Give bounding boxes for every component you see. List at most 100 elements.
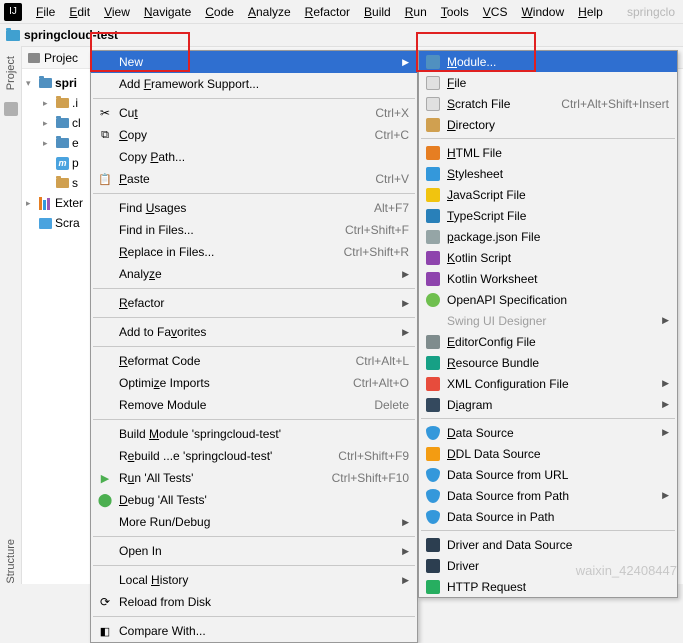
menu-item[interactable]: Directory [419,114,677,135]
fi-ds-icon [425,467,441,483]
project-tool-tab[interactable]: Project [3,50,19,96]
paste-icon: 📋 [97,171,113,187]
libraries-icon [39,197,52,210]
tree-item[interactable]: cl [72,116,81,130]
tree-item[interactable]: e [72,136,79,150]
menu-item[interactable]: XML Configuration File▶ [419,373,677,394]
menu-item[interactable]: File [419,72,677,93]
fi-dir-icon [425,117,441,133]
menu-item[interactable]: OpenAPI Specification [419,289,677,310]
submenu-arrow-icon: ▶ [662,490,669,501]
menu-item[interactable]: Remove ModuleDelete [91,394,417,416]
menu-item[interactable]: Driver and Data Source [419,534,677,555]
fi-ec-icon [425,334,441,350]
breadcrumb-project[interactable]: springcloud-test [24,28,118,42]
menu-file[interactable]: File [30,3,61,21]
external-libs[interactable]: Exter [55,196,83,210]
submenu-arrow-icon: ▶ [662,427,669,438]
menu-item[interactable]: Data Source in Path [419,506,677,527]
tree-root[interactable]: spri [55,76,77,90]
menu-item[interactable]: Open In▶ [91,540,417,562]
menu-item-label: Copy [119,128,147,142]
folder-icon [56,98,69,108]
menu-view[interactable]: View [98,3,136,21]
menu-item-label: Reload from Disk [119,595,211,609]
menu-item[interactable]: Kotlin Script [419,247,677,268]
menu-item[interactable]: Find in Files...Ctrl+Shift+F [91,219,417,241]
menu-item[interactable]: Optimize ImportsCtrl+Alt+O [91,372,417,394]
menu-build[interactable]: Build [358,3,397,21]
folder-icon [6,30,20,41]
menu-item-label: Refactor [119,296,164,310]
menu-help[interactable]: Help [572,3,609,21]
menu-item[interactable]: Copy Path... [91,146,417,168]
menu-item[interactable]: ⬤Debug 'All Tests' [91,489,417,511]
menu-item[interactable]: ⟳Reload from Disk [91,591,417,613]
menu-item[interactable]: TypeScript File [419,205,677,226]
menu-item-label: Copy Path... [119,150,185,164]
blank-icon [97,76,113,92]
menu-item[interactable]: ▶Run 'All Tests'Ctrl+Shift+F10 [91,467,417,489]
menu-item[interactable]: Local History▶ [91,569,417,591]
menu-item[interactable]: Replace in Files...Ctrl+Shift+R [91,241,417,263]
project-panel-title[interactable]: Projec [44,51,78,65]
structure-tool-tab[interactable]: Structure [5,539,17,584]
tree-item[interactable]: s [72,176,78,190]
menu-item-label: Run 'All Tests' [119,471,193,485]
fi-ktw-icon [425,271,441,287]
menu-item[interactable]: HTTP Request [419,576,677,597]
menu-navigate[interactable]: Navigate [138,3,197,21]
menu-item[interactable]: Reformat CodeCtrl+Alt+L [91,350,417,372]
menu-item[interactable]: Scratch FileCtrl+Alt+Shift+Insert [419,93,677,114]
menu-item[interactable]: More Run/Debug▶ [91,511,417,533]
menu-edit[interactable]: Edit [63,3,96,21]
menu-item[interactable]: Data Source from Path▶ [419,485,677,506]
menu-item[interactable]: Add to Favorites▶ [91,321,417,343]
new-submenu: Module...FileScratch FileCtrl+Alt+Shift+… [418,50,678,598]
menu-item[interactable]: Build Module 'springcloud-test' [91,423,417,445]
shortcut: Ctrl+Alt+Shift+Insert [547,97,669,111]
fi-http-icon [425,579,441,595]
menu-item[interactable]: Module... [419,51,677,72]
menu-item[interactable]: JavaScript File [419,184,677,205]
menu-item[interactable]: ⧉CopyCtrl+C [91,124,417,146]
menu-item[interactable]: Data Source▶ [419,422,677,443]
menu-item-label: Replace in Files... [119,245,214,259]
tool-stub-icon[interactable] [4,102,18,116]
fi-xml-icon [425,376,441,392]
menu-item[interactable]: Data Source from URL [419,464,677,485]
menu-item[interactable]: Stylesheet [419,163,677,184]
menu-refactor[interactable]: Refactor [299,3,356,21]
menu-item-label: Reformat Code [119,354,200,368]
menu-item[interactable]: Refactor▶ [91,292,417,314]
menu-item[interactable]: HTML File [419,142,677,163]
menu-window[interactable]: Window [515,3,570,21]
menu-item-label: Kotlin Worksheet [447,272,538,286]
menu-item[interactable]: Driver [419,555,677,576]
menu-analyze[interactable]: Analyze [242,3,297,21]
menu-item[interactable]: Resource Bundle [419,352,677,373]
tree-item[interactable]: p [72,156,79,170]
menu-item[interactable]: DDL Data Source [419,443,677,464]
menu-item[interactable]: package.json File [419,226,677,247]
menu-item[interactable]: Rebuild ...e 'springcloud-test'Ctrl+Shif… [91,445,417,467]
menu-item[interactable]: Add Framework Support... [91,73,417,95]
submenu-arrow-icon: ▶ [402,269,409,280]
menu-item[interactable]: EditorConfig File [419,331,677,352]
menu-item[interactable]: Diagram▶ [419,394,677,415]
menu-vcs[interactable]: VCS [477,3,514,21]
blank-icon [97,375,113,391]
scratches[interactable]: Scra [55,216,80,230]
menu-item[interactable]: 📋PasteCtrl+V [91,168,417,190]
menu-code[interactable]: Code [199,3,240,21]
menu-tools[interactable]: Tools [435,3,475,21]
menu-item[interactable]: Analyze▶ [91,263,417,285]
menu-item[interactable]: Kotlin Worksheet [419,268,677,289]
menu-item[interactable]: New▶ [91,51,417,73]
menu-item[interactable]: Find UsagesAlt+F7 [91,197,417,219]
tree-item[interactable]: .i [72,96,78,110]
menu-item[interactable]: ◧Compare With... [91,620,417,642]
menu-item-label: Driver [447,559,479,573]
menu-run[interactable]: Run [399,3,433,21]
menu-item[interactable]: ✂CutCtrl+X [91,102,417,124]
